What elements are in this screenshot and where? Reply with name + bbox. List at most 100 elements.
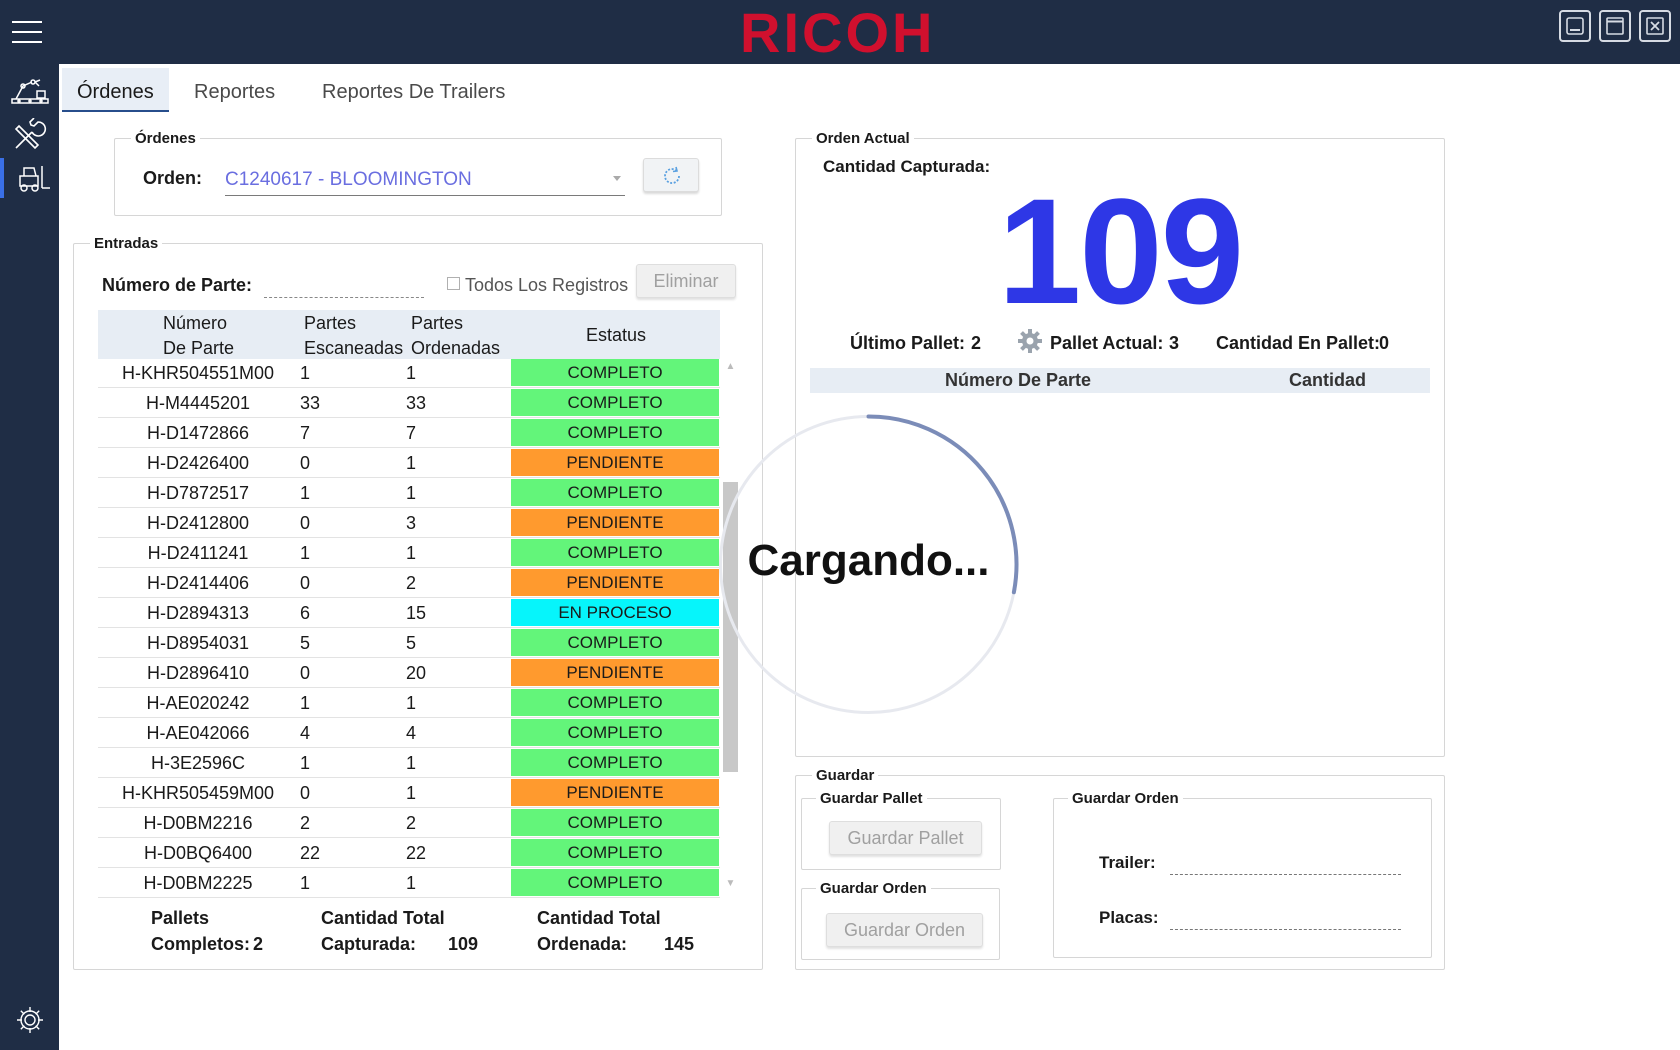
eliminar-button[interactable]: Eliminar (636, 264, 736, 298)
sidebar-item-forklift[interactable] (0, 158, 59, 198)
sidebar-item-robot-arm[interactable] (0, 70, 59, 110)
guardar-pallet-button[interactable]: Guardar Pallet (829, 821, 982, 855)
cell-escaneadas: 1 (300, 543, 311, 563)
table-row[interactable]: H-3E2596C 1 1 COMPLETO (98, 748, 720, 778)
cell-numero-parte: H-D2426400 (146, 453, 250, 473)
cell-ordenadas: 2 (406, 813, 417, 833)
table-row[interactable]: H-D2426400 0 1 PENDIENTE (98, 448, 720, 478)
table-row[interactable]: H-AE042066 4 4 COMPLETO (98, 718, 720, 748)
hamburger-menu-icon[interactable] (12, 21, 42, 43)
cell-ordenadas: 1 (406, 543, 417, 563)
cell-numero-parte: H-AE042066 (146, 723, 250, 743)
cell-ordenadas: 22 (406, 843, 427, 863)
cantidad-total-ordenada-value: 145 (664, 934, 695, 954)
table-row[interactable]: H-D2414406 0 2 PENDIENTE (98, 568, 720, 598)
pallet-actual-label: Pallet Actual: (1050, 333, 1164, 353)
status-badge: COMPLETO (511, 689, 719, 716)
orden-dropdown[interactable]: C1240617 - BLOOMINGTON (225, 164, 625, 196)
status-badge: COMPLETO (511, 479, 719, 506)
numero-parte-input[interactable] (264, 276, 424, 298)
cantidad-en-pallet-value: 0 (1379, 333, 1390, 353)
column-header-escaneadas[interactable]: Partes Escaneadas (304, 311, 403, 361)
ricoh-logo: RICOH (740, 1, 936, 64)
cell-numero-parte: H-D2412800 (146, 513, 250, 533)
entradas-grid-body[interactable]: H-KHR504551M00 1 1 COMPLETO H-M4445201 33 33 CO… (98, 358, 720, 898)
table-row[interactable]: H-D0BQ6400 22 22 COMPLETO (98, 838, 720, 868)
close-icon[interactable] (1639, 10, 1671, 42)
cantidad-total-capturada-label: Cantidad Total Capturada: (321, 908, 445, 954)
table-row[interactable]: H-D2894313 6 15 EN PROCESO (98, 598, 720, 628)
maximize-icon[interactable] (1599, 10, 1631, 42)
cantidad-total-capturada-value: 109 (448, 934, 479, 954)
table-row[interactable]: H-KHR504551M00 1 1 COMPLETO (98, 358, 720, 388)
cell-escaneadas: 7 (300, 423, 311, 443)
scroll-up-arrow-icon[interactable]: ▲ (725, 361, 736, 372)
cell-numero-parte: H-D2894313 (146, 603, 250, 623)
cell-escaneadas: 1 (300, 693, 311, 713)
placas-input[interactable] (1170, 910, 1401, 930)
column-header-ordenadas[interactable]: Partes Ordenadas (411, 311, 500, 361)
status-badge: COMPLETO (511, 749, 719, 776)
cell-numero-parte: H-KHR504551M00 (121, 363, 275, 383)
orden-selected-value: C1240617 - BLOOMINGTON (225, 169, 472, 190)
table-row[interactable]: H-D1472866 7 7 COMPLETO (98, 418, 720, 448)
entradas-legend: Entradas (94, 235, 159, 252)
cell-numero-parte: H-AE020242 (146, 693, 250, 713)
cell-ordenadas: 1 (406, 753, 417, 773)
cell-ordenadas: 2 (406, 573, 417, 593)
gear-icon[interactable] (14, 1004, 46, 1036)
ultimo-pallet-label: Último Pallet: (850, 333, 966, 353)
tab-reportes-de-trailers[interactable]: Reportes De Trailers (307, 68, 520, 112)
table-row[interactable]: H-D0BM2216 2 2 COMPLETO (98, 808, 720, 838)
guardar-orden-button[interactable]: Guardar Orden (826, 913, 983, 947)
status-badge: COMPLETO (511, 869, 719, 896)
guardar-orden-legend: Guardar Orden (1072, 790, 1179, 807)
status-badge: COMPLETO (511, 389, 719, 416)
column-header-numero-de-parte[interactable]: Número De Parte (945, 368, 1091, 393)
table-row[interactable]: H-D2896410 0 20 PENDIENTE (98, 658, 720, 688)
column-header-estatus[interactable]: Estatus (586, 323, 646, 348)
table-row[interactable]: H-D7872517 1 1 COMPLETO (98, 478, 720, 508)
cell-escaneadas: 2 (300, 813, 311, 833)
status-badge: COMPLETO (511, 809, 719, 836)
cell-escaneadas: 0 (300, 453, 311, 473)
column-header-numero-parte[interactable]: Número De Parte (163, 311, 234, 361)
status-badge: COMPLETO (511, 719, 719, 746)
cantidad-total-ordenada-label: Cantidad Total Ordenada: (537, 908, 661, 954)
trailer-input[interactable] (1170, 855, 1401, 875)
tab-ordenes[interactable]: Órdenes (62, 68, 169, 112)
status-badge: COMPLETO (511, 629, 719, 656)
status-badge: PENDIENTE (511, 449, 719, 476)
cell-numero-parte: H-D2414406 (146, 573, 250, 593)
sidebar (0, 64, 59, 1050)
cell-ordenadas: 1 (406, 483, 417, 503)
cell-ordenadas: 1 (406, 453, 417, 473)
table-row[interactable]: H-M4445201 33 33 COMPLETO (98, 388, 720, 418)
cell-escaneadas: 6 (300, 603, 311, 623)
table-row[interactable]: H-KHR505459M00 0 1 PENDIENTE (98, 778, 720, 808)
cell-ordenadas: 1 (406, 363, 417, 383)
refresh-button[interactable] (643, 158, 699, 192)
cell-numero-parte: H-D0BM2216 (143, 813, 253, 833)
table-row[interactable]: H-D8954031 5 5 COMPLETO (98, 628, 720, 658)
table-row[interactable]: H-D2412800 0 3 PENDIENTE (98, 508, 720, 538)
column-header-cantidad[interactable]: Cantidad (1289, 368, 1366, 393)
table-row[interactable]: H-D0BM2225 1 1 COMPLETO (98, 868, 720, 898)
todos-los-registros-checkbox[interactable] (447, 277, 460, 290)
scroll-down-arrow-icon[interactable]: ▼ (725, 878, 736, 889)
status-badge: COMPLETO (511, 539, 719, 566)
sidebar-item-tools[interactable] (0, 114, 59, 154)
guardar-pallet-legend: Guardar Pallet (820, 790, 923, 807)
cell-numero-parte: H-D7872517 (146, 483, 250, 503)
minimize-icon[interactable] (1559, 10, 1591, 42)
cell-escaneadas: 0 (300, 663, 311, 683)
cell-escaneadas: 33 (300, 393, 321, 413)
pallets-completos-label: Pallets Completos: (151, 908, 250, 954)
cell-numero-parte: H-D2896410 (146, 663, 250, 683)
trailer-label: Trailer: (1099, 853, 1156, 872)
pallets-completos-value: 2 (253, 934, 264, 954)
tab-reportes[interactable]: Reportes (179, 68, 290, 112)
table-row[interactable]: H-D2411241 1 1 COMPLETO (98, 538, 720, 568)
orden-label: Orden: (143, 168, 203, 188)
table-row[interactable]: H-AE020242 1 1 COMPLETO (98, 688, 720, 718)
